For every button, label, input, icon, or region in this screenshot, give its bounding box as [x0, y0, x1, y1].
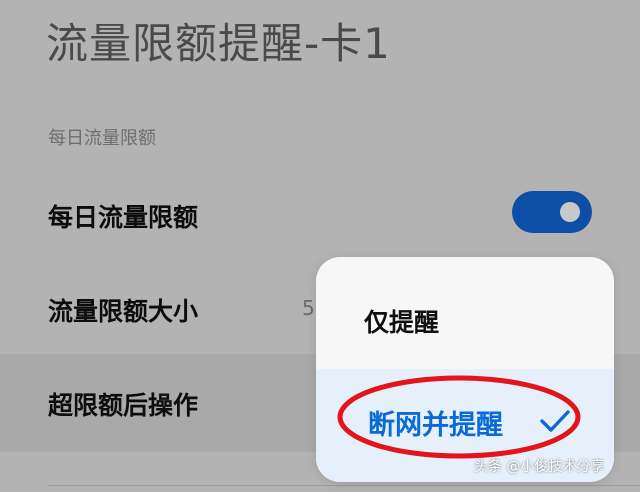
daily-limit-label: 每日流量限额	[48, 203, 199, 232]
option-remind-only-label: 仅提醒	[364, 308, 440, 337]
check-icon	[540, 410, 570, 432]
settings-screen: 流量限额提醒-卡1 每日流量限额 每日流量限额 流量限额大小 5 超限额后操作 …	[0, 0, 640, 492]
option-remind-only[interactable]: 仅提醒	[316, 257, 614, 369]
option-cut-network-label: 断网并提醒	[368, 410, 503, 441]
divider	[48, 485, 640, 486]
limit-size-label: 流量限额大小	[48, 297, 199, 326]
daily-limit-toggle[interactable]	[512, 191, 592, 233]
limit-size-value: 5	[302, 296, 315, 320]
watermark: 头条 @小俊技术分享	[474, 459, 605, 475]
section-header: 每日流量限额	[48, 128, 156, 149]
over-limit-action-label: 超限额后操作	[48, 391, 199, 420]
page-title: 流量限额提醒-卡1	[46, 19, 391, 68]
toggle-knob	[560, 202, 580, 222]
action-options-popup: 仅提醒 断网并提醒	[316, 257, 614, 482]
